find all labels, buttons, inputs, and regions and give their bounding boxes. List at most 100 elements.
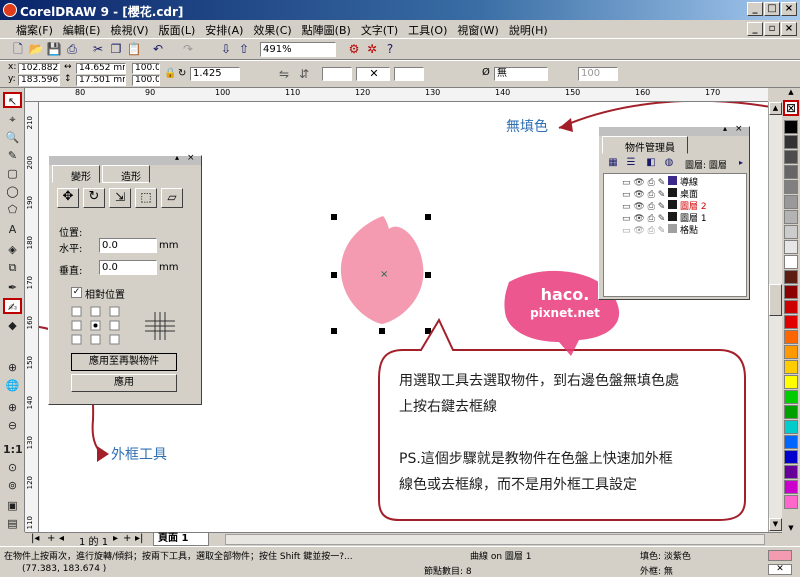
palette-color-swatch[interactable] (784, 390, 798, 404)
close-button[interactable]: × (781, 2, 797, 16)
menu-text[interactable]: 文字(T) (356, 20, 403, 40)
interactive-fill-tool-icon[interactable]: ◈ (3, 242, 22, 258)
palette-scroll-up-icon[interactable]: ▲ (784, 88, 798, 96)
layer-list-icon[interactable]: ☰ (623, 155, 639, 171)
export-icon[interactable]: ⇧ (236, 41, 252, 57)
mirror-horizontal-icon[interactable]: ⇋ (276, 66, 292, 82)
blend-tool-icon[interactable]: ⧉ (3, 260, 22, 276)
palette-color-swatch[interactable] (784, 330, 798, 344)
text-tool-icon[interactable]: A (3, 222, 22, 238)
palette-color-swatch[interactable] (784, 300, 798, 314)
zoom-out-icon[interactable]: ⊖ (3, 418, 22, 434)
doc-minimize-button[interactable]: _ (747, 22, 763, 36)
edit-across-layers-icon[interactable]: ◧ (643, 155, 659, 171)
doc-restore-button[interactable]: ▫ (764, 22, 780, 36)
palette-color-swatch[interactable] (784, 360, 798, 374)
zoom-width-icon[interactable]: ▤ (3, 516, 22, 532)
horizontal-field[interactable]: 0.0 (99, 238, 157, 253)
application-launcher-icon[interactable]: ⚙ (346, 41, 362, 57)
menu-tools[interactable]: 工具(O) (403, 20, 452, 40)
fill-tool-icon[interactable]: ◆ (3, 318, 22, 334)
first-page-icon[interactable]: |◂ (31, 533, 39, 544)
open-file-icon[interactable]: 📂 (28, 41, 44, 57)
scale-y-field[interactable]: 100.0 (132, 75, 160, 86)
apply-button[interactable]: 應用 (71, 374, 177, 392)
polygon-tool-icon[interactable]: ⬠ (3, 202, 22, 218)
menu-edit[interactable]: 編輯(E) (58, 20, 106, 40)
eyedropper-tool-icon[interactable]: ✒ (3, 280, 22, 296)
outline-color-indicator[interactable]: ✕ (768, 564, 792, 575)
menu-effects[interactable]: 效果(C) (248, 20, 296, 40)
new-file-icon[interactable]: 🗋 (10, 41, 26, 57)
menu-view[interactable]: 檢視(V) (105, 20, 153, 40)
zoom-actual-size-icon[interactable]: 1:1 (3, 442, 23, 458)
rotation-angle-field[interactable]: 1.425 (190, 67, 240, 81)
palette-color-swatch[interactable] (784, 345, 798, 359)
lock-ratio-icon[interactable]: 🔒 (164, 68, 176, 79)
cut-icon[interactable]: ✂ (90, 41, 106, 57)
palette-color-swatch[interactable] (784, 195, 798, 209)
y-position-field[interactable]: 183.596 mm (18, 75, 60, 86)
redo-icon[interactable]: ↷ (180, 41, 196, 57)
palette-color-swatch[interactable] (784, 210, 798, 224)
start-arrow-select[interactable]: ✕ (356, 67, 390, 81)
palette-color-swatch[interactable] (784, 255, 798, 269)
vertical-field[interactable]: 0.0 (99, 260, 157, 275)
view-navigator-icon[interactable]: ⊕ (3, 360, 22, 376)
shape-tool-icon[interactable]: ⌖ (3, 112, 22, 128)
copy-icon[interactable]: ❐ (108, 41, 124, 57)
corel-tools-icon[interactable]: ✲ (364, 41, 380, 57)
position-mode-icon[interactable]: ✥ (57, 188, 79, 208)
tab-transform[interactable]: 變形 (52, 165, 100, 183)
palette-color-swatch[interactable] (784, 165, 798, 179)
save-icon[interactable]: 💾 (46, 41, 62, 57)
anchor-point-grid[interactable] (71, 306, 121, 346)
rotate-mode-icon[interactable]: ↻ (83, 188, 105, 208)
mirror-vertical-icon[interactable]: ⇵ (296, 66, 312, 82)
ellipse-tool-icon[interactable]: ◯ (3, 184, 22, 200)
page-tab[interactable]: 頁面 1 (153, 533, 209, 546)
palette-color-swatch[interactable] (784, 150, 798, 164)
last-page-icon[interactable]: ▸| (135, 533, 143, 544)
vertical-scrollbar[interactable]: ▲ ▼ (768, 102, 782, 532)
menu-window[interactable]: 視窗(W) (452, 20, 503, 40)
palette-color-swatch[interactable] (784, 465, 798, 479)
whats-this-help-icon[interactable]: ? (382, 41, 398, 57)
layer-manager-view-icon[interactable]: ◍ (661, 155, 677, 171)
scale-mirror-mode-icon[interactable]: ⇲ (109, 188, 131, 208)
docker-collapse-icon[interactable]: ▴ (175, 153, 179, 162)
layer-visibility-icons[interactable]: ▭ 👁 ⎙ ✎ (622, 178, 668, 188)
zoom-in-icon[interactable]: ⊕ (3, 400, 22, 416)
import-icon[interactable]: ⇩ (218, 41, 234, 57)
add-page-after-icon[interactable]: + (123, 533, 131, 544)
palette-color-swatch[interactable] (784, 270, 798, 284)
layer-visibility-icons[interactable]: ▭ 👁 ⎙ ✎ (622, 214, 668, 224)
palette-color-swatch[interactable] (784, 480, 798, 494)
doc-close-button[interactable]: × (781, 22, 797, 36)
palette-color-swatch[interactable] (784, 285, 798, 299)
layer-menu-arrow-icon[interactable]: ▸ (733, 155, 749, 171)
palette-color-swatch[interactable] (784, 315, 798, 329)
fill-color-indicator[interactable] (768, 550, 792, 561)
no-fill-swatch-icon[interactable]: ⊠ (783, 100, 799, 116)
size-mode-icon[interactable]: ⬚ (135, 188, 157, 208)
palette-color-swatch[interactable] (784, 450, 798, 464)
paste-icon[interactable]: 📋 (126, 41, 142, 57)
width-field[interactable]: 14.652 mm (76, 63, 126, 74)
tab-object-manager[interactable]: 物件管理員 (602, 136, 688, 154)
add-page-icon[interactable]: + (47, 533, 55, 544)
freehand-tool-icon[interactable]: ✎ (3, 148, 22, 164)
minimize-button[interactable]: _ (747, 2, 763, 16)
zoom-all-icon[interactable]: ⊚ (3, 478, 22, 494)
scroll-thumb[interactable] (769, 284, 782, 316)
undo-icon[interactable]: ↶ (150, 41, 166, 57)
palette-color-swatch[interactable] (784, 135, 798, 149)
zoom-page-icon[interactable]: ▣ (3, 498, 22, 514)
internet-object-icon[interactable]: 🌐 (3, 378, 22, 394)
menu-bitmaps[interactable]: 點陣圖(B) (297, 20, 356, 40)
wrap-option-select[interactable] (322, 67, 352, 81)
menu-help[interactable]: 說明(H) (504, 20, 553, 40)
zoom-tool-icon[interactable]: 🔍 (3, 130, 22, 146)
zoom-selected-icon[interactable]: ⊙ (3, 460, 22, 476)
docker-collapse-icon[interactable]: ▴ (723, 124, 727, 133)
